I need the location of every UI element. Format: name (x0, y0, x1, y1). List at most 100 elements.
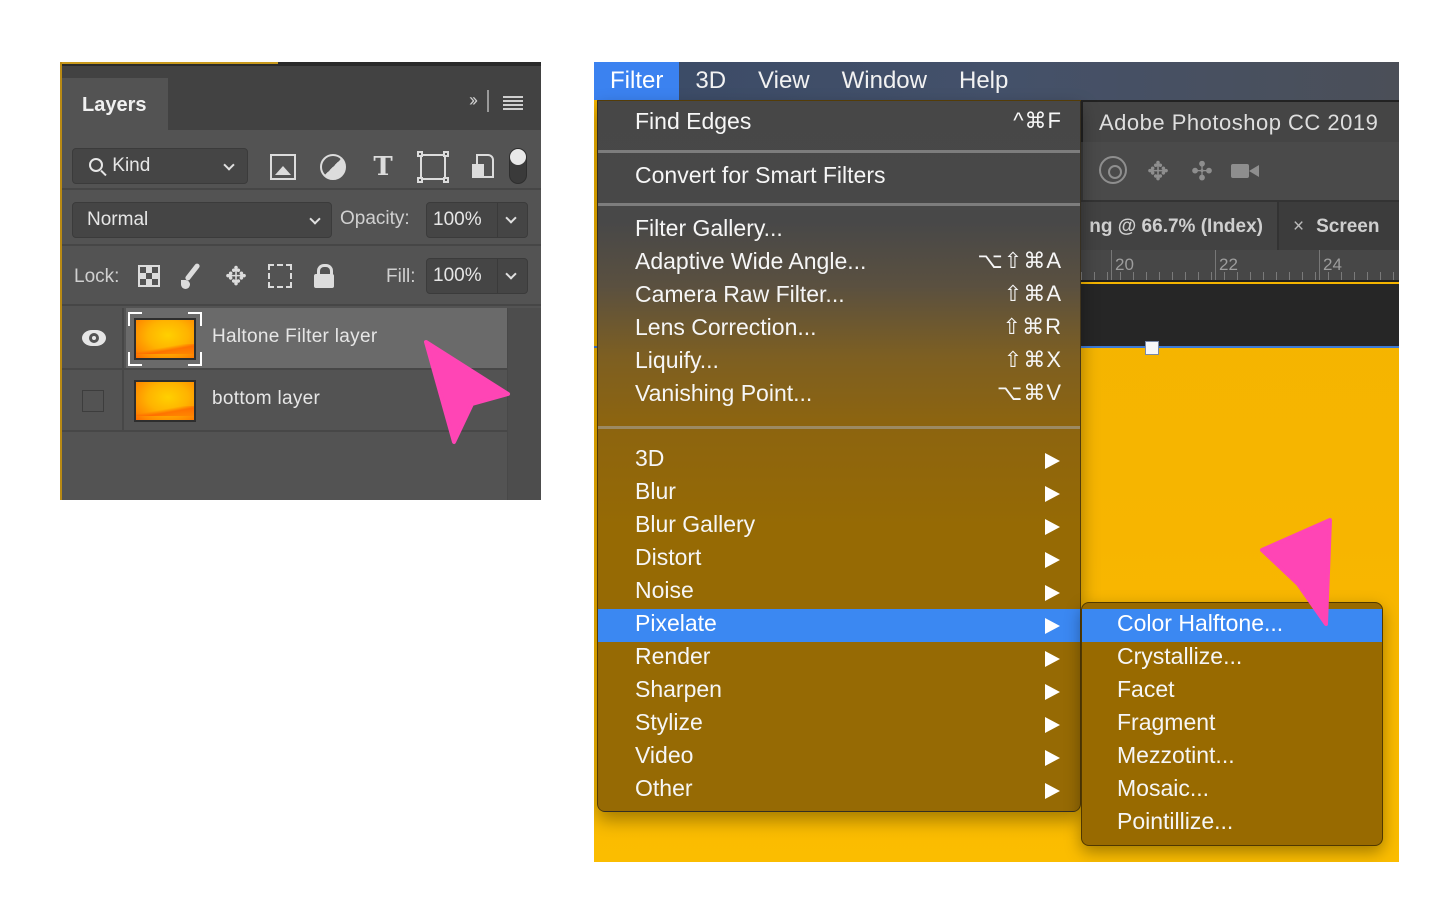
layers-panel: Layers ›› Kind T Normal Opacity: 100% Lo… (60, 62, 541, 500)
shortcut-label: ⇧⌘X (1003, 347, 1062, 372)
menu-item-vanishing-point[interactable]: Vanishing Point... ⌥⌘V (598, 379, 1080, 412)
tab-divider (487, 90, 489, 112)
pointer-annotation-icon (1260, 518, 1332, 626)
tab-layers[interactable]: Layers (62, 78, 168, 134)
menu-item-liquify[interactable]: Liquify... ⇧⌘X (598, 346, 1080, 379)
submenu-item-facet[interactable]: Facet (1082, 675, 1382, 708)
menu-window[interactable]: Window (826, 62, 943, 100)
shortcut-label: ^⌘F (1013, 108, 1062, 133)
submenu-arrow-icon (1045, 783, 1060, 799)
submenu-arrow-icon (1045, 552, 1060, 568)
menu-item-camera-raw-filter[interactable]: Camera Raw Filter... ⇧⌘A (598, 280, 1080, 313)
blend-mode-value: Normal (87, 209, 149, 230)
orbit-3d-icon[interactable] (1099, 156, 1127, 184)
fill-value: 100% (433, 265, 482, 286)
lock-icons: ✥ (138, 263, 336, 289)
eye-icon (82, 330, 106, 346)
panel-tab-bar: Layers ›› (62, 66, 541, 134)
opacity-field[interactable]: 100% (426, 202, 528, 238)
menu-item-pixelate[interactable]: Pixelate (598, 609, 1080, 642)
menu-item-lens-correction[interactable]: Lens Correction... ⇧⌘R (598, 313, 1080, 346)
menu-item-3d[interactable]: 3D (598, 444, 1080, 477)
photoshop-window: Filter 3D View Window Help Adobe Photosh… (594, 62, 1399, 862)
menu-3d[interactable]: 3D (679, 62, 742, 100)
menu-item-sharpen[interactable]: Sharpen (598, 675, 1080, 708)
layer-name: Haltone Filter layer (212, 326, 378, 347)
smart-object-filter-icon[interactable] (470, 154, 496, 180)
type-filter-icon[interactable]: T (370, 154, 396, 180)
chevron-down-icon (309, 213, 321, 225)
filter-kind-select[interactable]: Kind (72, 148, 248, 184)
menu-item-filter-gallery[interactable]: Filter Gallery... (598, 214, 1080, 247)
menu-item-blur[interactable]: Blur (598, 477, 1080, 510)
adjustment-filter-icon[interactable] (320, 154, 346, 180)
menu-item-convert-smart-filters[interactable]: Convert for Smart Filters (598, 161, 1080, 194)
close-tab-icon[interactable]: × (1293, 216, 1304, 237)
menu-item-stylize[interactable]: Stylize (598, 708, 1080, 741)
video-camera-icon[interactable] (1231, 156, 1265, 186)
opacity-value: 100% (433, 209, 482, 230)
layer-visibility-toggle[interactable] (62, 370, 124, 430)
lock-label: Lock: (74, 266, 120, 287)
menu-item-adaptive-wide-angle[interactable]: Adaptive Wide Angle... ⌥⇧⌘A (598, 247, 1080, 280)
menu-item-find-edges[interactable]: Find Edges ^⌘F (598, 107, 1080, 140)
horizontal-ruler: 20 22 24 (1081, 250, 1399, 282)
menu-item-render[interactable]: Render (598, 642, 1080, 675)
lock-image-pixels-icon[interactable] (180, 264, 204, 289)
submenu-item-crystallize[interactable]: Crystallize... (1082, 642, 1382, 675)
submenu-arrow-icon (1045, 453, 1060, 469)
lock-artboard-icon[interactable] (268, 264, 292, 288)
drag-3d-icon[interactable]: ✣ (1187, 156, 1217, 186)
panel-menu-icon[interactable] (503, 96, 523, 110)
image-filter-icon[interactable] (270, 154, 296, 180)
menu-filter[interactable]: Filter (594, 62, 680, 100)
filter-toggle[interactable] (509, 148, 527, 184)
shortcut-label: ⇧⌘R (1002, 314, 1062, 339)
submenu-item-pointillize[interactable]: Pointillize... (1082, 807, 1382, 840)
lock-position-icon[interactable]: ✥ (224, 263, 248, 289)
menu-item-video[interactable]: Video (598, 741, 1080, 774)
submenu-item-mosaic[interactable]: Mosaic... (1082, 774, 1382, 807)
submenu-item-fragment[interactable]: Fragment (1082, 708, 1382, 741)
selected-thumbnail-frame (128, 312, 202, 366)
fill-field[interactable]: 100% (426, 258, 528, 294)
collapse-panel-icon[interactable]: ›› (469, 90, 478, 111)
document-tab[interactable]: × Screen (1281, 202, 1399, 250)
pasteboard (1081, 284, 1399, 346)
ruler-label: 24 (1323, 255, 1342, 274)
pan-3d-icon[interactable]: ✥ (1143, 156, 1173, 186)
menu-item-distort[interactable]: Distort (598, 543, 1080, 576)
submenu-arrow-icon (1045, 717, 1060, 733)
transform-handle[interactable] (1145, 341, 1159, 355)
layers-scrollbar[interactable] (507, 308, 541, 500)
menu-item-other[interactable]: Other (598, 774, 1080, 807)
3d-mode-toolbar: ✥ ✣ (1081, 142, 1399, 200)
filter-type-icons: T (270, 151, 496, 183)
chevron-down-icon[interactable] (505, 268, 517, 280)
chevron-down-icon (223, 159, 235, 171)
submenu-item-mezzotint[interactable]: Mezzotint... (1082, 741, 1382, 774)
chevron-down-icon[interactable] (505, 212, 517, 224)
menu-view[interactable]: View (742, 62, 826, 100)
layer-name: bottom layer (212, 388, 321, 409)
layer-visibility-toggle[interactable] (62, 308, 124, 368)
lock-all-icon[interactable] (312, 264, 336, 288)
lock-transparent-pixels-icon[interactable] (138, 265, 160, 287)
layer-filter-row: Kind T (62, 130, 541, 190)
shortcut-label: ⌥⇧⌘A (977, 248, 1062, 273)
shortcut-label: ⌥⌘V (996, 380, 1062, 405)
document-tab[interactable]: ng @ 66.7% (Index) (1081, 202, 1279, 250)
blend-mode-select[interactable]: Normal (72, 202, 332, 238)
submenu-arrow-icon (1045, 651, 1060, 667)
search-icon (89, 158, 103, 172)
submenu-arrow-icon (1045, 750, 1060, 766)
layer-thumbnail (134, 380, 196, 422)
menu-item-blur-gallery[interactable]: Blur Gallery (598, 510, 1080, 543)
pointer-annotation-icon (424, 340, 510, 444)
menu-help[interactable]: Help (943, 62, 1024, 100)
ruler-label: 20 (1115, 255, 1134, 274)
menu-item-noise[interactable]: Noise (598, 576, 1080, 609)
shape-filter-icon[interactable] (417, 151, 449, 183)
document-tab-label: Screen (1316, 216, 1380, 237)
pixelate-submenu: Color Halftone... Crystallize... Facet F… (1081, 602, 1383, 846)
